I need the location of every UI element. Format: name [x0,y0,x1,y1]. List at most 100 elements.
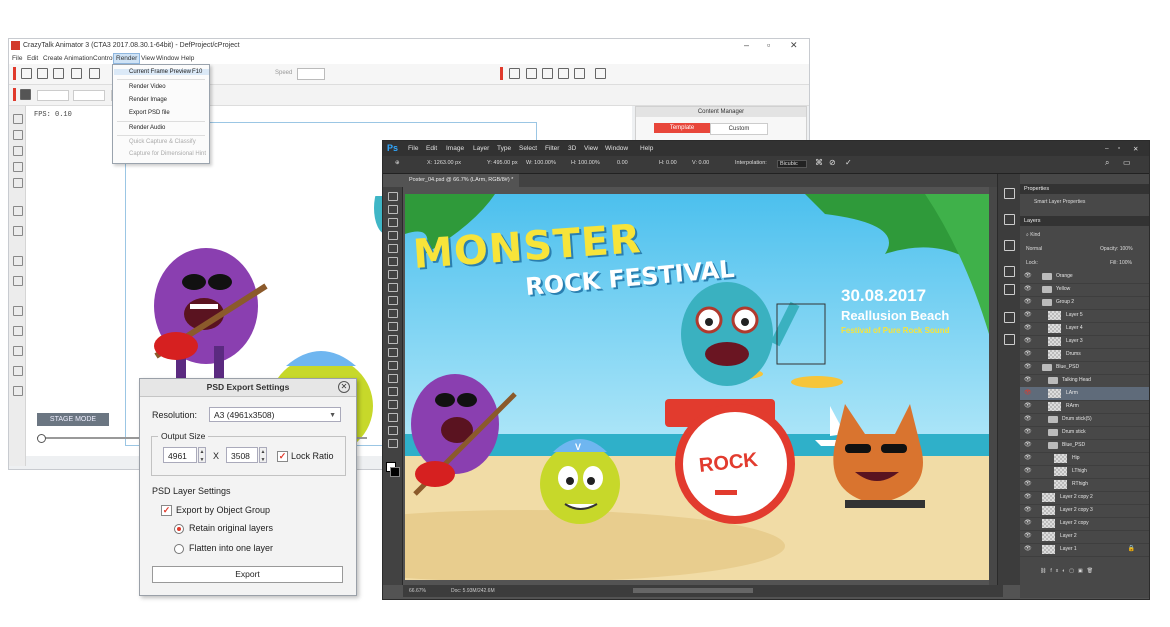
menu-edit[interactable]: Edit [27,55,38,62]
visibility-eye-icon[interactable]: 👁 [1024,322,1032,335]
layer-row[interactable]: 👁 Talking Head [1020,374,1149,388]
anchor-icon[interactable] [526,68,537,79]
visibility-eye-icon[interactable]: 👁 [1024,296,1032,309]
properties-panel-header[interactable]: Properties [1020,184,1149,194]
type-tool-icon[interactable] [388,387,398,396]
ps-minimize-button[interactable]: – [1105,145,1109,152]
maximize-button[interactable]: ▫ [767,40,770,50]
ps-menu-select[interactable]: Select [519,145,537,152]
paths-panel-icon[interactable] [1004,240,1015,251]
width-input[interactable]: 4961 [163,447,197,463]
y-field[interactable] [73,90,105,101]
import-icon[interactable] [71,68,82,79]
new-layer-icon[interactable]: ▣ [1078,568,1087,574]
new-group-icon[interactable]: ▢ [1069,568,1078,574]
tool-select-icon[interactable] [13,114,23,124]
layer-row[interactable]: 👁 Yellow [1020,283,1149,297]
eraser-tool-icon[interactable] [388,322,398,331]
layer-row[interactable]: 👁 RThigh [1020,478,1149,492]
visibility-eye-icon[interactable]: 👁 [1024,465,1032,478]
fill-field[interactable]: Fill: 100% [1110,258,1132,268]
ps-menu-window[interactable]: Window [605,145,628,152]
ps-menu-3d[interactable]: 3D [568,145,576,152]
menu-file[interactable]: File [12,55,22,62]
layer-row[interactable]: 👁 Blue_PSD [1020,439,1149,453]
zoom-tool-icon[interactable] [388,439,398,448]
layer-row[interactable]: 👁 LArm [1020,387,1149,401]
layer-row[interactable]: 👁 Layer 2 copy 2 [1020,491,1149,505]
pen-tool-icon[interactable] [388,374,398,383]
move-icon[interactable] [542,68,553,79]
layer-row[interactable]: 👁 Layer 3 [1020,335,1149,349]
height-stepper[interactable]: ▲ ▼ [259,447,267,463]
history-panel-icon[interactable] [1004,188,1015,199]
shape-tool-icon[interactable] [388,413,398,422]
layer-row[interactable]: 👁 Layer 2 copy 3 [1020,504,1149,518]
flatten-layer-radio[interactable] [174,544,184,554]
layer-row[interactable]: 👁 Layer 2 [1020,530,1149,544]
tool-camera-icon[interactable] [13,306,23,316]
visibility-eye-icon[interactable]: 👁 [1024,543,1032,556]
adjustments-panel-icon[interactable] [1004,214,1015,225]
visibility-eye-icon[interactable]: 👁 [1024,517,1032,530]
width-stepper[interactable]: ▲ ▼ [198,447,206,463]
export-button[interactable]: Export [152,566,343,583]
visibility-eye-icon[interactable]: 👁 [1024,478,1032,491]
ps-menu-edit[interactable]: Edit [426,145,437,152]
lock-ratio-checkbox[interactable]: ✓ [277,451,288,462]
paragraph-panel-icon[interactable] [1004,284,1015,295]
layer-row[interactable]: 👁 Drum stick(5) [1020,413,1149,427]
height-input[interactable]: 3508 [226,447,258,463]
layer-row[interactable]: 👁 Hip [1020,452,1149,466]
commit-icon[interactable]: ✓ [845,158,852,167]
canvas-vertical-scrollbar[interactable] [989,187,997,585]
ps-menu-type[interactable]: Type [497,145,511,152]
menu-render[interactable]: Render [113,53,141,64]
tool-sprite-icon[interactable] [13,226,23,236]
h-field[interactable]: H: 100.00% [571,160,600,166]
layer-row[interactable]: 👁 Layer 1 🔒 [1020,543,1149,557]
menu-window[interactable]: Window [156,55,179,62]
hskew-field[interactable]: H: 0.00 [659,160,677,166]
save-project-icon[interactable] [53,68,64,79]
layer-row[interactable]: 👁 Blue_PSD [1020,361,1149,375]
visibility-eye-icon[interactable]: 👁 [1024,335,1032,348]
healing-tool-icon[interactable] [388,270,398,279]
ps-menu-filter[interactable]: Filter [545,145,559,152]
vskew-field[interactable]: V: 0.00 [692,160,709,166]
menu-item-current-frame-preview[interactable]: Current Frame Preview F10 [114,69,209,75]
rotate-icon[interactable] [558,68,569,79]
ps-menu-layer[interactable]: Layer [473,145,489,152]
document-tab[interactable]: Poster_04.psd @ 66.7% (LArm, RGB/8#) * [403,174,520,187]
visibility-eye-icon[interactable]: 👁 [1024,491,1032,504]
layer-row[interactable]: 👁 Group 2 [1020,296,1149,310]
blend-mode-select[interactable]: Normal Opacity: 100% [1020,244,1149,254]
3d-panel-icon[interactable] [1004,334,1015,345]
search-icon[interactable]: ⌕ [1105,158,1109,168]
open-project-icon[interactable] [37,68,48,79]
menu-view[interactable]: View [141,55,155,62]
tool-render-icon[interactable] [13,386,23,396]
tool-light-icon[interactable] [13,326,23,336]
tools-preset-icon[interactable] [1004,312,1015,323]
camera-icon[interactable] [509,68,520,79]
menu-item-render-audio[interactable]: Render Audio [129,125,165,131]
tool-puppet-icon[interactable] [13,162,23,172]
retain-layers-radio[interactable] [174,524,184,534]
resolution-select[interactable]: A3 (4961x3508) ▼ [209,407,341,422]
tab-template[interactable]: Template [654,123,710,133]
path-select-tool-icon[interactable] [388,400,398,409]
menu-item-capture-hint[interactable]: Capture for Dimensional Hint [129,151,206,157]
visibility-eye-icon[interactable]: 👁 [1024,283,1032,296]
character-panel-icon[interactable] [1004,266,1015,277]
purple-monster-character[interactable] [154,248,268,386]
ps-menu-file[interactable]: File [408,145,418,152]
tab-custom[interactable]: Custom [710,123,768,135]
new-project-icon[interactable] [21,68,32,79]
close-button[interactable]: ✕ [790,40,798,51]
interpolation-select[interactable]: Bicubic [777,160,807,168]
gradient-tool-icon[interactable] [388,335,398,344]
background-color-swatch[interactable] [390,467,400,477]
fx-icon[interactable]: fx [1050,568,1062,574]
layer-row[interactable]: 👁 LThigh [1020,465,1149,479]
